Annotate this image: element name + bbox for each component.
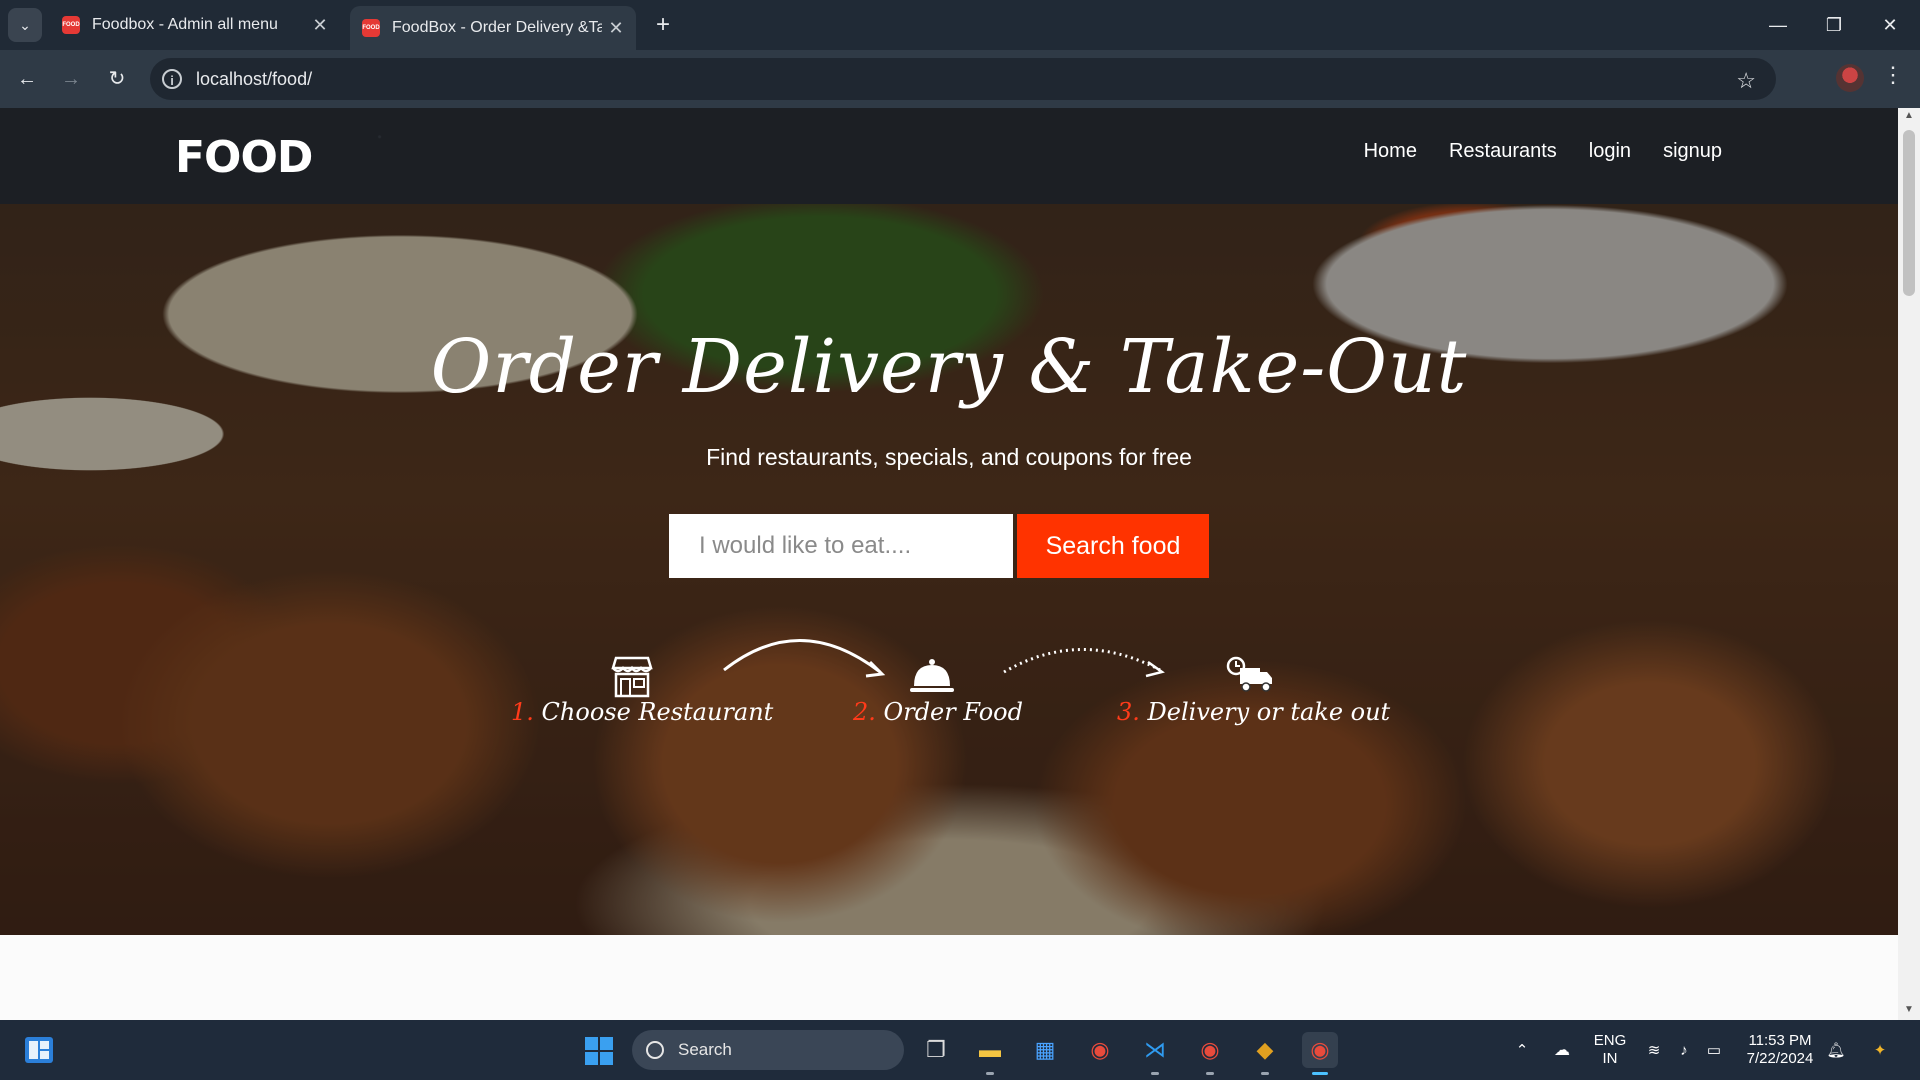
tab-search-button[interactable]: ⌄ (8, 8, 42, 42)
lang-region: IN (1602, 1050, 1618, 1067)
running-indicator (1206, 1072, 1214, 1075)
page-scrollbar[interactable]: ▲ ▼ (1898, 108, 1920, 1020)
chrome-active-icon[interactable]: ◉ (1302, 1032, 1338, 1068)
nav-login-link[interactable]: login (1589, 140, 1631, 163)
delivery-truck-icon (1226, 656, 1272, 692)
copilot-icon[interactable]: ✦ (1864, 1020, 1896, 1080)
clock[interactable]: 11:53 PM 7/22/2024 (1740, 1020, 1820, 1080)
nav-home-link[interactable]: Home (1364, 140, 1417, 163)
volume-icon[interactable]: ♪ (1672, 1020, 1696, 1080)
scrollbar-thumb[interactable] (1903, 130, 1915, 296)
step-label: Order Food (883, 698, 1023, 726)
favicon-icon: FOOD (62, 16, 80, 34)
site-info-icon[interactable]: i (162, 69, 182, 89)
taskbar-search[interactable]: Search (632, 1030, 904, 1070)
lang-code: ENG (1593, 1032, 1627, 1049)
step-number: 3. (1117, 698, 1140, 726)
language-indicator[interactable]: ENG IN (1590, 1020, 1630, 1080)
step-choose-restaurant: 1. Choose Restaurant (511, 698, 773, 726)
menu-kebab-icon[interactable]: ⋮ (1880, 62, 1906, 88)
chevron-down-icon: ⌄ (19, 16, 31, 33)
git-icon[interactable]: ◆ (1247, 1032, 1283, 1068)
site-logo[interactable]: FOOD (175, 132, 313, 183)
page-content-below-hero (0, 935, 1898, 1020)
close-tab-icon[interactable]: ✕ (306, 15, 334, 36)
battery-icon[interactable]: ▭ (1702, 1020, 1726, 1080)
browser-tab-foodbox[interactable]: FOOD FoodBox - Order Delivery &Take-Out … (350, 6, 636, 50)
url-text[interactable]: localhost/food/ (196, 69, 312, 90)
show-hidden-icons-icon[interactable]: ⌃ (1510, 1020, 1534, 1080)
dotted-arrow-icon (1003, 648, 1165, 678)
minimize-icon[interactable]: — (1750, 0, 1806, 50)
step-order-food: 2. Order Food (853, 698, 1023, 726)
microsoft-store-icon[interactable]: ▦ (1027, 1032, 1063, 1068)
file-explorer-icon[interactable]: ▬ (972, 1032, 1008, 1068)
page-viewport: FOOD Home Restaurants login signup Order… (0, 108, 1898, 1020)
active-indicator (1312, 1072, 1328, 1075)
chrome-icon[interactable]: ◉ (1082, 1032, 1118, 1068)
food-cloche-icon (910, 659, 954, 692)
step-label: Delivery or take out (1147, 698, 1391, 726)
step-number: 2. (853, 698, 876, 726)
profile-avatar[interactable] (1836, 64, 1864, 92)
order-steps: 1. Choose Restaurant 2. Order Food 3. De… (0, 204, 1898, 935)
storefront-icon (611, 656, 653, 698)
forward-icon[interactable]: → (56, 64, 86, 94)
restore-icon[interactable]: ❐ (1806, 0, 1862, 50)
scroll-down-icon[interactable]: ▼ (1898, 1004, 1920, 1015)
hero-section: Order Delivery & Take-Out Find restauran… (0, 204, 1898, 935)
back-icon[interactable]: ← (12, 64, 42, 94)
nav-links: Home Restaurants login signup (1364, 140, 1722, 163)
address-bar[interactable]: i localhost/food/ ☆ (150, 58, 1776, 100)
browser-toolbar: ← → ↻ i localhost/food/ ☆ ⋮ (0, 50, 1920, 108)
task-view-icon[interactable]: ❐ (918, 1032, 954, 1068)
close-window-icon[interactable]: ✕ (1862, 0, 1918, 50)
step-delivery-or-takeout: 3. Delivery or take out (1117, 698, 1390, 726)
windows-start-icon[interactable] (584, 1036, 614, 1066)
reload-icon[interactable]: ↻ (102, 64, 132, 94)
bookmark-star-icon[interactable]: ☆ (1736, 68, 1756, 94)
search-icon (646, 1041, 664, 1059)
step-label: Choose Restaurant (541, 698, 774, 726)
favicon-icon: FOOD (362, 19, 380, 37)
browser-tab-strip: ⌄ FOOD Foodbox - Admin all menu ✕ FOOD F… (0, 0, 1920, 50)
nav-restaurants-link[interactable]: Restaurants (1449, 140, 1557, 163)
wifi-icon[interactable]: ≋ (1642, 1020, 1666, 1080)
new-tab-button[interactable]: + (648, 10, 678, 40)
clock-date: 7/22/2024 (1746, 1050, 1814, 1067)
widgets-icon[interactable] (24, 1036, 54, 1064)
browser-tab-admin[interactable]: FOOD Foodbox - Admin all menu ✕ (50, 6, 340, 44)
running-indicator (1261, 1072, 1269, 1075)
clock-time: 11:53 PM (1748, 1032, 1812, 1049)
tab-title: FoodBox - Order Delivery &Take-Out (392, 19, 602, 36)
tab-title: Foodbox - Admin all menu (92, 16, 278, 33)
running-indicator (1151, 1072, 1159, 1075)
notification-bell-icon[interactable]: 🔔︎ (1824, 1020, 1848, 1080)
taskbar-search-label: Search (678, 1040, 732, 1059)
site-navbar: FOOD Home Restaurants login signup (0, 108, 1898, 204)
nav-signup-link[interactable]: signup (1663, 140, 1722, 163)
windows-taskbar: Search ❐ ▬ ▦ ◉ ⋊ ◉ ◆ ◉ ⌃ ☁ ENG IN ≋ ♪ ▭ … (0, 1020, 1920, 1080)
chrome-profile-icon[interactable]: ◉ (1192, 1032, 1228, 1068)
vscode-icon[interactable]: ⋊ (1137, 1032, 1173, 1068)
cloud-offline-icon[interactable]: ☁ (1548, 1020, 1576, 1080)
curved-arrow-icon (723, 639, 886, 678)
running-indicator (986, 1072, 994, 1075)
scroll-up-icon[interactable]: ▲ (1898, 110, 1920, 121)
step-number: 1. (511, 698, 534, 726)
close-tab-icon[interactable]: ✕ (602, 18, 630, 39)
